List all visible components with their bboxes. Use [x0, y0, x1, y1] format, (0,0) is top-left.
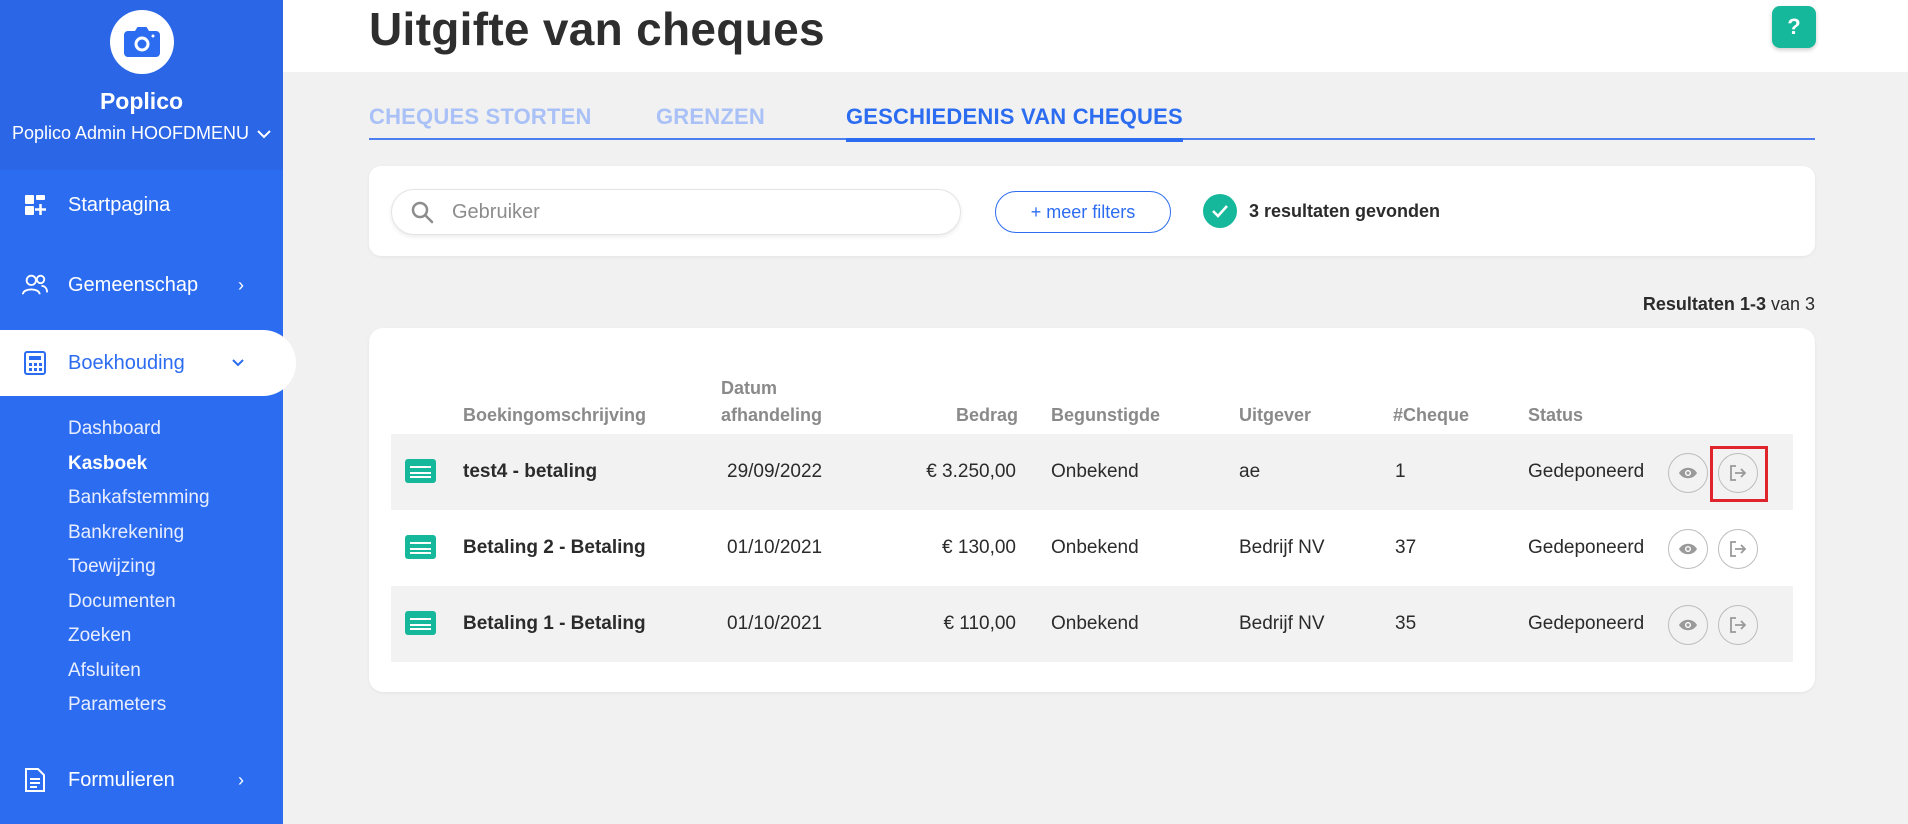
eye-icon: [1679, 543, 1697, 555]
tab-geschiedenis-van-cheques[interactable]: GESCHIEDENIS VAN CHEQUES: [846, 104, 1183, 142]
cell-amount: € 130,00: [942, 537, 1016, 558]
cell-cheque-number: 35: [1395, 613, 1417, 634]
column-header-status: Status: [1528, 405, 1584, 425]
brand-name: Poplico: [99, 88, 184, 114]
cell-date: 01/10/2021: [727, 537, 823, 558]
column-header-cheque-number: #Cheque: [1393, 405, 1470, 425]
more-filters-button[interactable]: + meer filters: [995, 191, 1171, 233]
highlight-box: [1710, 446, 1768, 502]
subnav-item-parameters[interactable]: Parameters: [68, 688, 210, 723]
cell-status: Gedeponeerd: [1528, 613, 1645, 634]
cell-issuer: Bedrijf NV: [1239, 613, 1325, 634]
subnav-item-bankafstemming[interactable]: Bankafstemming: [68, 481, 210, 516]
nav-label: Formulieren: [68, 768, 175, 791]
cell-issuer: ae: [1239, 461, 1261, 482]
view-button[interactable]: [1668, 529, 1708, 569]
tab-cheques-storten[interactable]: CHEQUES STORTEN: [369, 104, 592, 130]
subnav-item-kasboek[interactable]: Kasboek: [68, 447, 210, 482]
results-range-prefix: Resultaten: [1642, 294, 1740, 314]
results-range-value: 1-3: [1739, 294, 1766, 314]
column-header-amount: Bedrag: [955, 405, 1018, 425]
cell-status: Gedeponeerd: [1528, 461, 1645, 482]
nav-item-formulieren[interactable]: Formulieren ›: [0, 747, 296, 813]
cell-cheque-number: 1: [1395, 461, 1406, 482]
subnav-item-zoeken[interactable]: Zoeken: [68, 619, 210, 654]
cell-amount: € 3.250,00: [926, 461, 1016, 482]
filter-bar: + meer filters 3 resultaten gevonden: [369, 166, 1815, 256]
table-row[interactable]: test4 - betaling 29/09/2022 € 3.250,00 O…: [391, 434, 1793, 510]
calculator-icon: [22, 350, 48, 376]
user-menu-label: Poplico Admin HOOFDMENU: [11, 123, 250, 143]
nav-label: Startpagina: [68, 193, 171, 216]
chevron-down-icon: [257, 129, 271, 138]
results-range: Resultaten 1-3 van 3: [1643, 294, 1815, 315]
brand-header: Poplico Poplico Admin HOOFDMENU: [0, 0, 283, 170]
cheque-icon: [405, 459, 436, 483]
camera-icon: [109, 10, 174, 74]
subnav-item-afsluiten[interactable]: Afsluiten: [68, 654, 210, 689]
eye-icon: [1679, 619, 1697, 631]
nav-item-gemeenschap[interactable]: Gemeenschap ›: [0, 252, 296, 318]
result-count-text: 3 resultaten gevonden: [1249, 200, 1441, 221]
nav-label: Boekhouding: [68, 351, 185, 374]
tab-bar: CHEQUES STORTEN GRENZEN GESCHIEDENIS VAN…: [369, 100, 1815, 142]
chevron-right-icon: ›: [238, 274, 244, 295]
cell-date: 29/09/2022: [727, 461, 823, 482]
sidebar: Poplico Poplico Admin HOOFDMENU Startpag…: [0, 0, 296, 824]
cell-amount: € 110,00: [943, 613, 1016, 634]
table-row[interactable]: Betaling 1 - Betaling 01/10/2021 € 110,0…: [391, 586, 1793, 662]
tab-grenzen[interactable]: GRENZEN: [656, 104, 765, 130]
subnav-item-toewijzing[interactable]: Toewijzing: [68, 550, 210, 585]
cell-description: test4 - betaling: [463, 461, 598, 482]
subnav-item-bankrekening[interactable]: Bankrekening: [68, 516, 210, 551]
cell-beneficiary: Onbekend: [1051, 461, 1139, 482]
page-title: Uitgifte van cheques: [369, 3, 825, 55]
nav-item-boekhouding[interactable]: Boekhouding: [0, 330, 296, 396]
document-icon: [22, 767, 48, 793]
community-icon: [22, 272, 48, 298]
search-input[interactable]: [452, 200, 932, 224]
nav-label: Gemeenschap: [68, 273, 199, 296]
help-button[interactable]: ?: [1772, 6, 1816, 48]
results-range-total: van 3: [1765, 294, 1815, 314]
sign-out-icon: [1730, 617, 1747, 633]
cell-issuer: Bedrijf NV: [1239, 537, 1325, 558]
user-menu[interactable]: Poplico Admin HOOFDMENU: [0, 123, 283, 144]
nav-item-startpagina[interactable]: Startpagina: [0, 172, 296, 238]
result-count-badge: 3 resultaten gevonden: [1203, 194, 1440, 228]
chevron-down-icon: [232, 359, 244, 367]
check-icon: [1203, 194, 1237, 228]
cell-status: Gedeponeerd: [1528, 537, 1645, 558]
column-header-date: Datum afhandeling: [721, 378, 823, 425]
subnav-item-documenten[interactable]: Documenten: [68, 585, 210, 620]
top-bar: Uitgifte van cheques ?: [283, 0, 1908, 72]
sign-out-icon: [1730, 541, 1747, 557]
column-header-description: Boekingomschrijving: [463, 405, 647, 425]
search-box: [391, 189, 961, 235]
cell-cheque-number: 37: [1395, 537, 1417, 558]
subnav-item-dashboard[interactable]: Dashboard: [68, 412, 210, 447]
cell-beneficiary: Onbekend: [1051, 537, 1139, 558]
cell-description: Betaling 2 - Betaling: [463, 537, 646, 558]
table-row[interactable]: Betaling 2 - Betaling 01/10/2021 € 130,0…: [391, 510, 1793, 586]
export-button[interactable]: [1718, 605, 1758, 645]
dashboard-icon: [22, 192, 48, 218]
cell-description: Betaling 1 - Betaling: [463, 613, 646, 634]
cheque-icon: [405, 611, 436, 635]
cheque-table: Boekingomschrijving Datum afhandeling Bed…: [369, 328, 1815, 692]
eye-icon: [1679, 467, 1697, 479]
cell-beneficiary: Onbekend: [1051, 613, 1139, 634]
view-button[interactable]: [1668, 453, 1708, 493]
subnav-boekhouding: Dashboard Kasboek Bankafstemming Bankrek…: [68, 412, 210, 723]
chevron-right-icon: ›: [238, 769, 244, 790]
column-header-issuer: Uitgever: [1239, 405, 1312, 425]
search-icon: [411, 201, 434, 224]
column-header-beneficiary: Begunstigde: [1051, 405, 1161, 425]
table-header: Boekingomschrijving Datum afhandeling Bed…: [391, 368, 1793, 444]
export-button[interactable]: [1718, 529, 1758, 569]
cell-date: 01/10/2021: [727, 613, 823, 634]
view-button[interactable]: [1668, 605, 1708, 645]
cheque-icon: [405, 535, 436, 559]
